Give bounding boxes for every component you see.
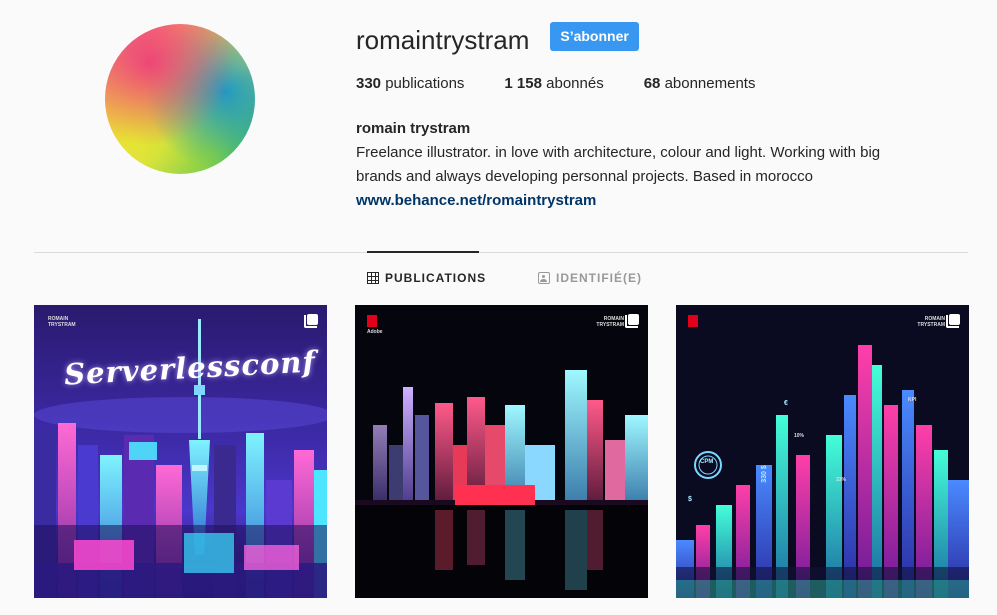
bio-line: brands and always developing personnal p…	[356, 168, 813, 185]
profile-avatar[interactable]	[105, 24, 255, 174]
adobe-logo-icon	[367, 315, 377, 327]
multiple-posts-icon	[304, 314, 318, 328]
multiple-posts-icon	[625, 314, 639, 328]
brand-line: TRYSTRAM	[48, 322, 76, 328]
chart-label-euro: €	[784, 400, 788, 407]
post-brand-mark: ROMAIN TRYSTRAM	[48, 316, 76, 328]
post-thumbnail-2[interactable]: Adobe ROMAIN TRYSTRAM	[355, 305, 648, 598]
post-adobe-label: Adobe	[367, 329, 383, 335]
chart-label-dollar: $	[688, 496, 692, 503]
tab-label: PUBLICATIONS	[385, 271, 487, 285]
brand-line: TRYSTRAM	[596, 322, 624, 328]
stat-count: 330	[356, 75, 382, 92]
brand-line: TRYSTRAM	[917, 322, 945, 328]
chart-label-kpi: KPI	[908, 397, 917, 403]
name-row: romaintrystram S’abonner	[356, 21, 976, 58]
profile-tabs: PUBLICATIONS IDENTIFIÉ(E)	[0, 271, 997, 289]
active-tab-indicator	[367, 251, 479, 253]
stat-count: 1 158	[504, 75, 542, 92]
post-image	[355, 305, 648, 598]
stat-followers[interactable]: 1 158 abonnés	[504, 75, 603, 92]
post-thumbnail-1[interactable]: ROMAIN TRYSTRAM Serverlessconf	[34, 305, 327, 598]
profile-bio: romain trystram Freelance illustrator. i…	[356, 117, 956, 213]
post-image	[676, 305, 969, 598]
tabs-divider	[34, 252, 968, 253]
profile-username: romaintrystram	[356, 25, 530, 55]
stat-label: publications	[385, 75, 465, 92]
profile-full-name: romain trystram	[356, 120, 471, 137]
profile-stats: 330 publications 1 158 abonnés 68 abonne…	[356, 75, 795, 92]
post-brand-mark: ROMAIN TRYSTRAM	[917, 316, 945, 328]
stat-label: abonnés	[546, 75, 604, 92]
adobe-logo-icon	[688, 315, 698, 327]
chart-label-cpm: CPM	[700, 459, 714, 465]
grid-icon	[367, 272, 379, 284]
stat-publications: 330 publications	[356, 75, 464, 92]
profile-header: romaintrystram S’abonner 330 publication…	[356, 21, 976, 209]
tab-publications[interactable]: PUBLICATIONS	[367, 271, 486, 285]
stat-following[interactable]: 68 abonnements	[644, 75, 756, 92]
tag-icon	[538, 272, 550, 284]
post-brand-mark: ROMAIN TRYSTRAM	[596, 316, 624, 328]
profile-website-link[interactable]: www.behance.net/romaintrystram	[356, 192, 596, 209]
bio-line: Freelance illustrator. in love with arch…	[356, 144, 881, 161]
stat-count: 68	[643, 75, 661, 92]
stat-label: abonnements	[664, 75, 756, 92]
tab-label: IDENTIFIÉ(E)	[556, 271, 642, 285]
post-thumbnail-3[interactable]: ROMAIN TRYSTRAM CPM 330 $ $ € 10% 33% KP…	[676, 305, 969, 598]
chart-label-percent: 33%	[836, 477, 847, 483]
tab-tagged[interactable]: IDENTIFIÉ(E)	[538, 271, 642, 285]
follow-button[interactable]: S’abonner	[550, 21, 639, 51]
chart-label-price: 330 $	[760, 465, 768, 483]
multiple-posts-icon	[946, 314, 960, 328]
chart-label-percent: 10%	[794, 433, 805, 439]
